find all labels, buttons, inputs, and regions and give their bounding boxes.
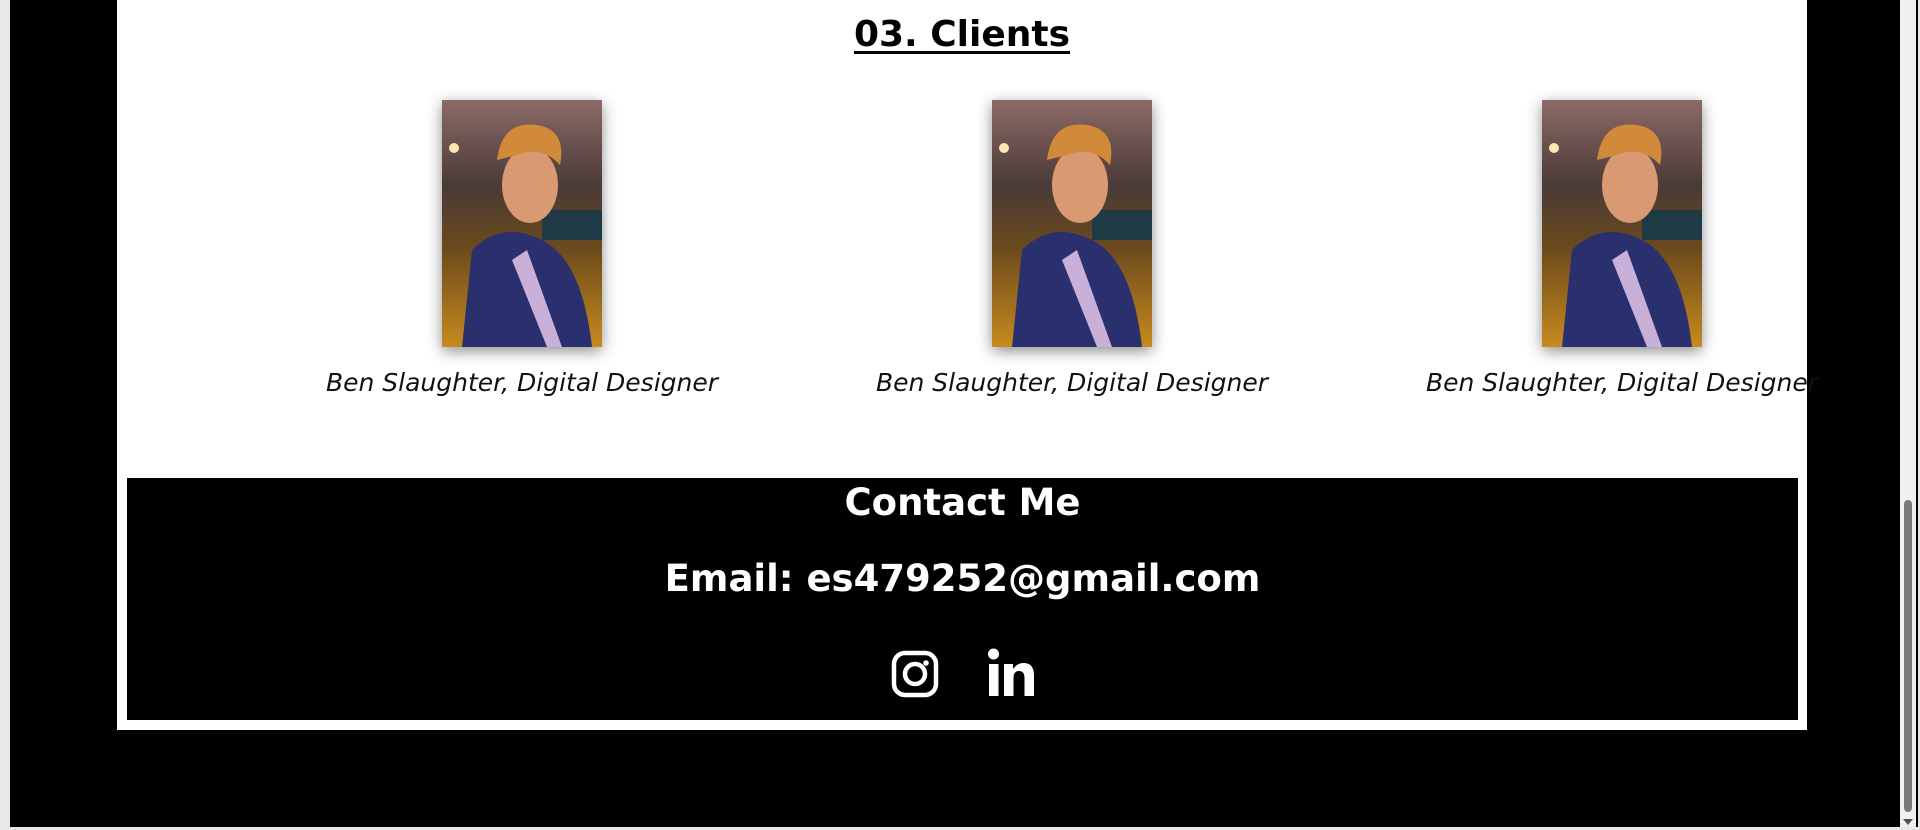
client-photo	[442, 100, 602, 347]
client-photo	[992, 100, 1152, 347]
client-caption: Ben Slaughter, Digital Designer	[1425, 368, 1819, 397]
client-card: Ben Slaughter, Digital Designer	[1347, 100, 1897, 397]
scrollbar-thumb[interactable]	[1904, 500, 1912, 812]
client-caption: Ben Slaughter, Digital Designer	[325, 368, 719, 397]
contact-email[interactable]: Email: es479252@gmail.com	[127, 556, 1798, 602]
client-photo	[1542, 100, 1702, 347]
contact-section: Contact Me Email: es479252@gmail.com	[127, 478, 1798, 720]
linkedin-icon	[987, 648, 1034, 696]
linkedin-link[interactable]	[987, 648, 1035, 700]
client-card: Ben Slaughter, Digital Designer	[797, 100, 1347, 397]
client-card: Ben Slaughter, Digital Designer	[247, 100, 797, 397]
browser-window: 03. Clients Ben Slaughter, Digital Desig…	[0, 0, 1920, 830]
instagram-link[interactable]	[891, 648, 939, 700]
client-caption: Ben Slaughter, Digital Designer	[875, 368, 1269, 397]
page-content: 03. Clients Ben Slaughter, Digital Desig…	[117, 0, 1818, 730]
social-links	[127, 648, 1798, 700]
vertical-scrollbar[interactable]	[1900, 0, 1916, 827]
scroll-down-arrow-icon[interactable]	[1903, 819, 1913, 825]
clients-heading: 03. Clients	[853, 14, 1071, 55]
contact-heading: Contact Me	[844, 481, 1081, 524]
instagram-icon	[891, 650, 938, 698]
